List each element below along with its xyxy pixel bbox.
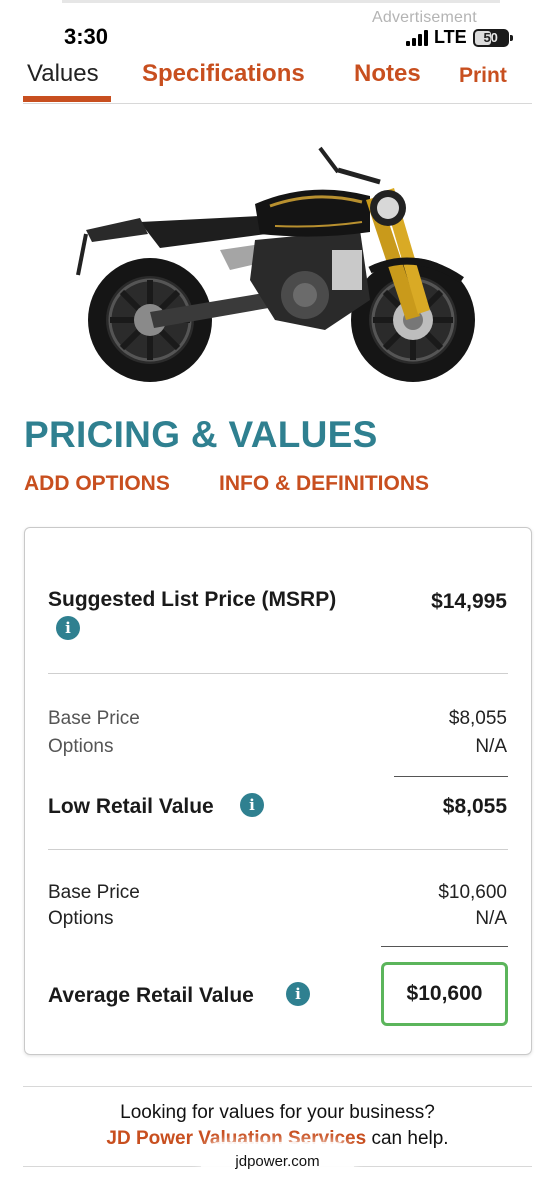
low-retail-value: $8,055	[442, 795, 507, 818]
status-indicators: LTE 50	[406, 27, 513, 48]
footer-suffix: can help.	[366, 1128, 449, 1149]
avg-base-label: Base Price	[48, 882, 140, 903]
footer-question: Looking for values for your business?	[120, 1102, 435, 1123]
tab-bar: Values Specifications Notes Print	[23, 58, 532, 104]
battery-percent: 50	[483, 30, 498, 45]
subtotal-rule	[394, 776, 508, 777]
low-base-label: Base Price	[48, 708, 140, 729]
tab-values[interactable]: Values	[27, 60, 99, 88]
status-time: 3:30	[64, 24, 109, 49]
msrp-value: $14,995	[431, 590, 507, 613]
battery-icon: 50	[472, 28, 513, 47]
add-options-link[interactable]: ADD OPTIONS	[24, 472, 170, 496]
low-options-label: Options	[48, 736, 114, 757]
tab-specifications[interactable]: Specifications	[142, 60, 305, 88]
browser-url-pill[interactable]: jdpower.com	[200, 1142, 355, 1180]
msrp-label: Suggested List Price (MSRP)	[48, 588, 337, 611]
low-base-value: $8,055	[448, 708, 507, 729]
pricing-values-title: PRICING & VALUES	[24, 414, 378, 455]
tab-print[interactable]: Print	[459, 64, 507, 88]
average-retail-value: $10,600	[381, 962, 508, 1026]
average-retail-info-icon[interactable]: i	[286, 982, 310, 1006]
active-tab-indicator	[23, 96, 111, 102]
low-options-value: N/A	[475, 736, 507, 757]
signal-icon	[406, 29, 428, 46]
avg-options-value: N/A	[475, 908, 507, 929]
ad-banner-edge	[62, 0, 500, 3]
tab-notes[interactable]: Notes	[354, 60, 421, 88]
avg-base-value: $10,600	[438, 882, 507, 903]
motorcycle-image	[70, 130, 490, 385]
footer-divider	[23, 1086, 532, 1087]
msrp-info-icon[interactable]: i	[56, 616, 80, 640]
low-retail-info-icon[interactable]: i	[240, 793, 264, 817]
info-definitions-link[interactable]: INFO & DEFINITIONS	[219, 472, 429, 496]
divider	[48, 673, 508, 674]
divider	[48, 849, 508, 850]
avg-options-label: Options	[48, 908, 114, 929]
subtotal-rule	[381, 946, 508, 947]
advertisement-label: Advertisement	[372, 9, 477, 26]
low-retail-label: Low Retail Value	[48, 795, 214, 818]
average-retail-label: Average Retail Value	[48, 984, 254, 1007]
battery-tip	[509, 34, 513, 41]
motorcycle-photo	[76, 146, 475, 382]
network-type: LTE	[434, 27, 467, 47]
